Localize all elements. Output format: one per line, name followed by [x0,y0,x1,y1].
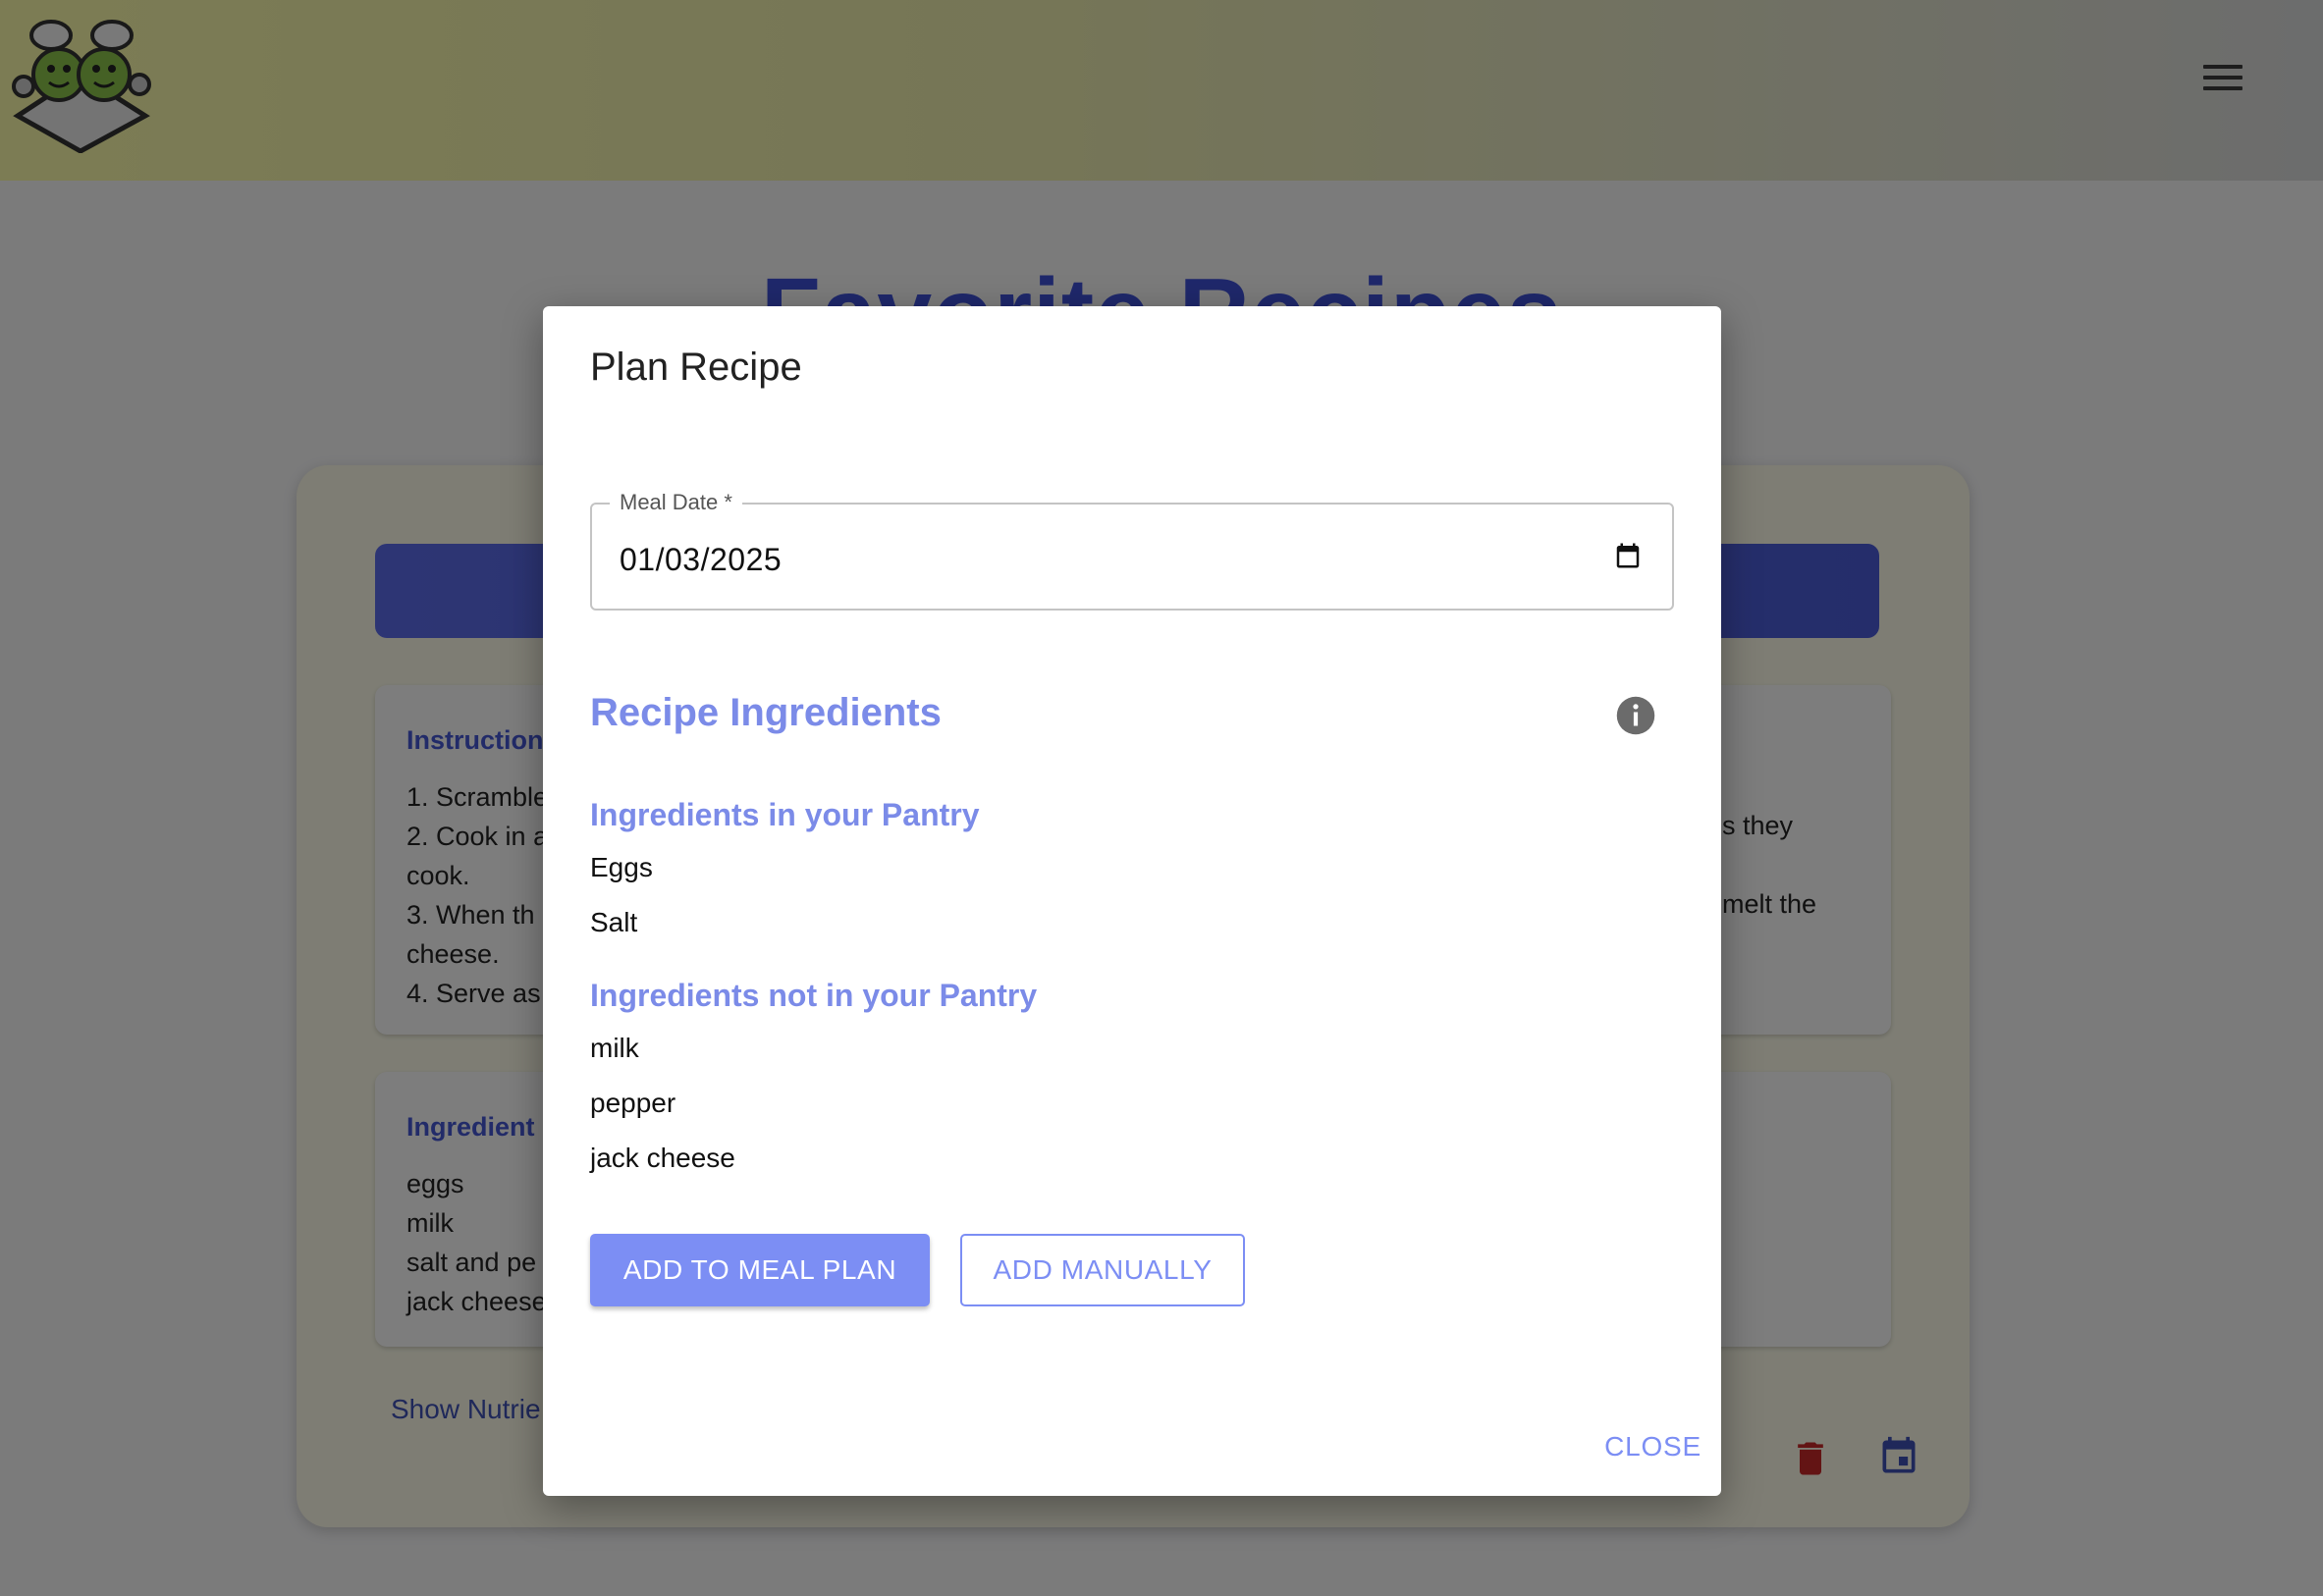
add-to-meal-plan-button[interactable]: ADD TO MEAL PLAN [590,1234,930,1306]
recipe-ingredients-title: Recipe Ingredients [590,691,942,734]
calendar-picker-icon[interactable] [1613,540,1643,571]
not-in-pantry-heading: Ingredients not in your Pantry [590,978,1038,1013]
missing-item: pepper [590,1088,676,1118]
missing-item: jack cheese [590,1143,735,1173]
pantry-item: Eggs [590,852,653,882]
meal-date-value[interactable]: 01/03/2025 [620,542,782,578]
close-button[interactable]: CLOSE [1584,1425,1702,1468]
info-icon[interactable] [1615,695,1656,736]
pantry-item: Salt [590,907,638,937]
add-manually-button[interactable]: ADD MANUALLY [960,1234,1245,1306]
in-pantry-heading: Ingredients in your Pantry [590,797,980,832]
meal-date-label: Meal Date * [610,490,742,515]
dialog-title: Plan Recipe [590,346,802,389]
plan-recipe-dialog: Plan Recipe Meal Date * 01/03/2025 Recip… [543,306,1721,1496]
meal-date-field[interactable]: Meal Date * 01/03/2025 [590,490,1674,611]
missing-item: milk [590,1033,639,1063]
